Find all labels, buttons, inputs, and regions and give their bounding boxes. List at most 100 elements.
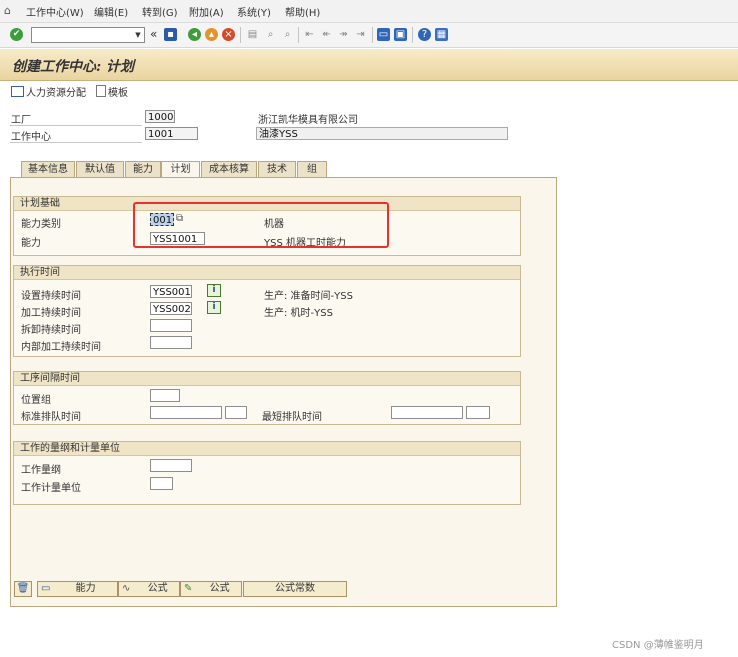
tab-costing[interactable]: 成本核算 bbox=[201, 161, 257, 177]
trash-icon: 🗑 bbox=[16, 583, 30, 594]
internal-processing-duration-label: 内部加工持续时间 bbox=[21, 342, 101, 353]
processing-duration-field[interactable]: YSS002 bbox=[150, 302, 192, 315]
formula-edit-button[interactable]: ✎ 公式 bbox=[180, 581, 242, 597]
setup-duration-field[interactable]: YSS001 bbox=[150, 285, 192, 298]
toolbar-separator bbox=[372, 27, 373, 43]
find-next-icon[interactable]: ⌕ bbox=[281, 28, 294, 41]
cancel-icon[interactable]: × bbox=[222, 28, 235, 41]
title-bar: 创建工作中心: 计划 bbox=[0, 49, 738, 81]
toolbar-separator bbox=[298, 27, 299, 43]
create-session-icon[interactable]: ▭ bbox=[377, 28, 390, 41]
work-dimension-label: 工作量纲 bbox=[21, 465, 61, 476]
shortcut-icon[interactable]: ▣ bbox=[394, 28, 407, 41]
location-group-field[interactable] bbox=[150, 389, 180, 402]
formula-edit-button-label: 公式 bbox=[209, 583, 230, 594]
plant-label: 工厂 bbox=[11, 115, 31, 126]
workcenter-label: 工作中心 bbox=[11, 132, 51, 143]
standard-queue-time-label: 标准排队时间 bbox=[21, 412, 81, 423]
work-quantity-group: 工作的量纲和计量单位 bbox=[13, 441, 521, 505]
template-label: 模板 bbox=[108, 88, 128, 99]
work-quantity-title: 工作的量纲和计量单位 bbox=[14, 442, 520, 456]
interoperation-time-title: 工序间隔时间 bbox=[14, 372, 520, 386]
standard-toolbar: ✔ ▼ « ▪ ◂ ▴ × ▤ ⌕ ⌕ ⇤ ↞ ↠ ⇥ ▭ ▣ ? ▦ bbox=[0, 23, 738, 48]
document-icon bbox=[96, 85, 106, 97]
processing-duration-description: 生产: 机时-YSS bbox=[264, 308, 333, 319]
capacity-button-label: 能力 bbox=[75, 583, 96, 594]
command-field[interactable]: ▼ bbox=[31, 27, 145, 43]
application-toolbar: 人力资源分配 模板 bbox=[0, 81, 738, 101]
tab-basic-data[interactable]: 基本信息 bbox=[21, 161, 75, 177]
processing-duration-label: 加工持续时间 bbox=[21, 308, 81, 319]
print-icon[interactable]: ▤ bbox=[246, 28, 259, 41]
tab-group[interactable]: 组 bbox=[297, 161, 327, 177]
tab-default-values[interactable]: 默认值 bbox=[76, 161, 124, 177]
info-icon[interactable]: i bbox=[207, 284, 221, 297]
work-unit-label: 工作计量单位 bbox=[21, 483, 81, 494]
menu-workcenter[interactable]: 工作中心(W) bbox=[26, 4, 84, 19]
window-menu-icon[interactable]: ⌂ bbox=[4, 4, 18, 17]
people-icon bbox=[11, 86, 24, 97]
capacity-icon: ▭ bbox=[41, 583, 51, 594]
delete-button[interactable]: 🗑 bbox=[14, 581, 32, 597]
tab-technical-data[interactable]: 技术 bbox=[258, 161, 296, 177]
back-arrows-icon[interactable]: « bbox=[150, 27, 157, 41]
formula-constants-button[interactable]: 公式常数 bbox=[243, 581, 347, 597]
template-button[interactable]: 模板 bbox=[96, 84, 128, 99]
first-page-icon[interactable]: ⇤ bbox=[303, 28, 316, 41]
minimum-queue-time-label: 最短排队时间 bbox=[262, 412, 322, 423]
formula-button[interactable]: ∿ 公式 bbox=[118, 581, 180, 597]
hr-assignment-button[interactable]: 人力资源分配 bbox=[11, 84, 86, 99]
menu-system[interactable]: 系统(Y) bbox=[237, 4, 271, 19]
standard-queue-time-unit-field[interactable] bbox=[225, 406, 247, 419]
menu-extras[interactable]: 附加(A) bbox=[189, 4, 224, 19]
last-page-icon[interactable]: ⇥ bbox=[354, 28, 367, 41]
save-icon[interactable]: ▪ bbox=[164, 28, 177, 41]
work-unit-field[interactable] bbox=[150, 477, 173, 490]
standard-queue-time-field[interactable] bbox=[150, 406, 222, 419]
menu-edit[interactable]: 编辑(E) bbox=[94, 4, 128, 19]
formula-button-label: 公式 bbox=[147, 583, 168, 594]
previous-page-icon[interactable]: ↞ bbox=[320, 28, 333, 41]
find-icon[interactable]: ⌕ bbox=[264, 28, 277, 41]
help-icon[interactable]: ? bbox=[418, 28, 431, 41]
hr-assignment-label: 人力资源分配 bbox=[26, 88, 86, 99]
teardown-duration-label: 拆卸持续时间 bbox=[21, 325, 81, 336]
capacity-category-label: 能力类别 bbox=[21, 219, 61, 230]
teardown-duration-field[interactable] bbox=[150, 319, 192, 332]
toolbar-separator bbox=[240, 27, 241, 43]
plant-description: 浙江凯华模具有限公司 bbox=[258, 115, 358, 126]
formula-constants-label: 公式常数 bbox=[275, 583, 315, 594]
workcenter-field[interactable]: 1001 bbox=[145, 127, 198, 140]
tab-capacities[interactable]: 能力 bbox=[125, 161, 161, 177]
capacity-button[interactable]: ▭ 能力 bbox=[37, 581, 118, 597]
plant-field[interactable]: 1000 bbox=[145, 110, 175, 123]
exit-icon[interactable]: ▴ bbox=[205, 28, 218, 41]
menu-goto[interactable]: 转到(G) bbox=[142, 4, 178, 19]
setup-duration-description: 生产: 准备时间-YSS bbox=[264, 291, 353, 302]
chevron-down-icon[interactable]: ▼ bbox=[133, 29, 143, 41]
workcenter-description-field: 油漆YSS bbox=[256, 127, 508, 140]
execution-time-title: 执行时间 bbox=[14, 266, 520, 280]
watermark: CSDN @薄帷鉴明月 bbox=[612, 640, 704, 651]
formula-icon: ∿ bbox=[122, 583, 131, 594]
work-dimension-field[interactable] bbox=[150, 459, 192, 472]
location-group-label: 位置组 bbox=[21, 395, 51, 406]
plant-label-underline bbox=[10, 125, 142, 126]
page-title: 创建工作中心: 计划 bbox=[12, 59, 135, 75]
menu-bar: ⌂ 工作中心(W) 编辑(E) 转到(G) 附加(A) 系统(Y) 帮助(H) bbox=[0, 0, 738, 23]
next-page-icon[interactable]: ↠ bbox=[337, 28, 350, 41]
internal-processing-duration-field[interactable] bbox=[150, 336, 192, 349]
setup-duration-label: 设置持续时间 bbox=[21, 291, 81, 302]
enter-icon[interactable]: ✔ bbox=[10, 28, 23, 41]
menu-help[interactable]: 帮助(H) bbox=[285, 4, 320, 19]
tab-scheduling[interactable]: 计划 bbox=[161, 161, 200, 178]
minimum-queue-time-field[interactable] bbox=[391, 406, 463, 419]
info-icon[interactable]: i bbox=[207, 301, 221, 314]
layout-settings-icon[interactable]: ▦ bbox=[435, 28, 448, 41]
back-icon[interactable]: ◂ bbox=[188, 28, 201, 41]
toolbar-separator bbox=[412, 27, 413, 43]
minimum-queue-time-unit-field[interactable] bbox=[466, 406, 490, 419]
capacity-label: 能力 bbox=[21, 238, 41, 249]
red-highlight-annotation bbox=[133, 202, 389, 248]
formula-edit-icon: ✎ bbox=[184, 583, 193, 594]
